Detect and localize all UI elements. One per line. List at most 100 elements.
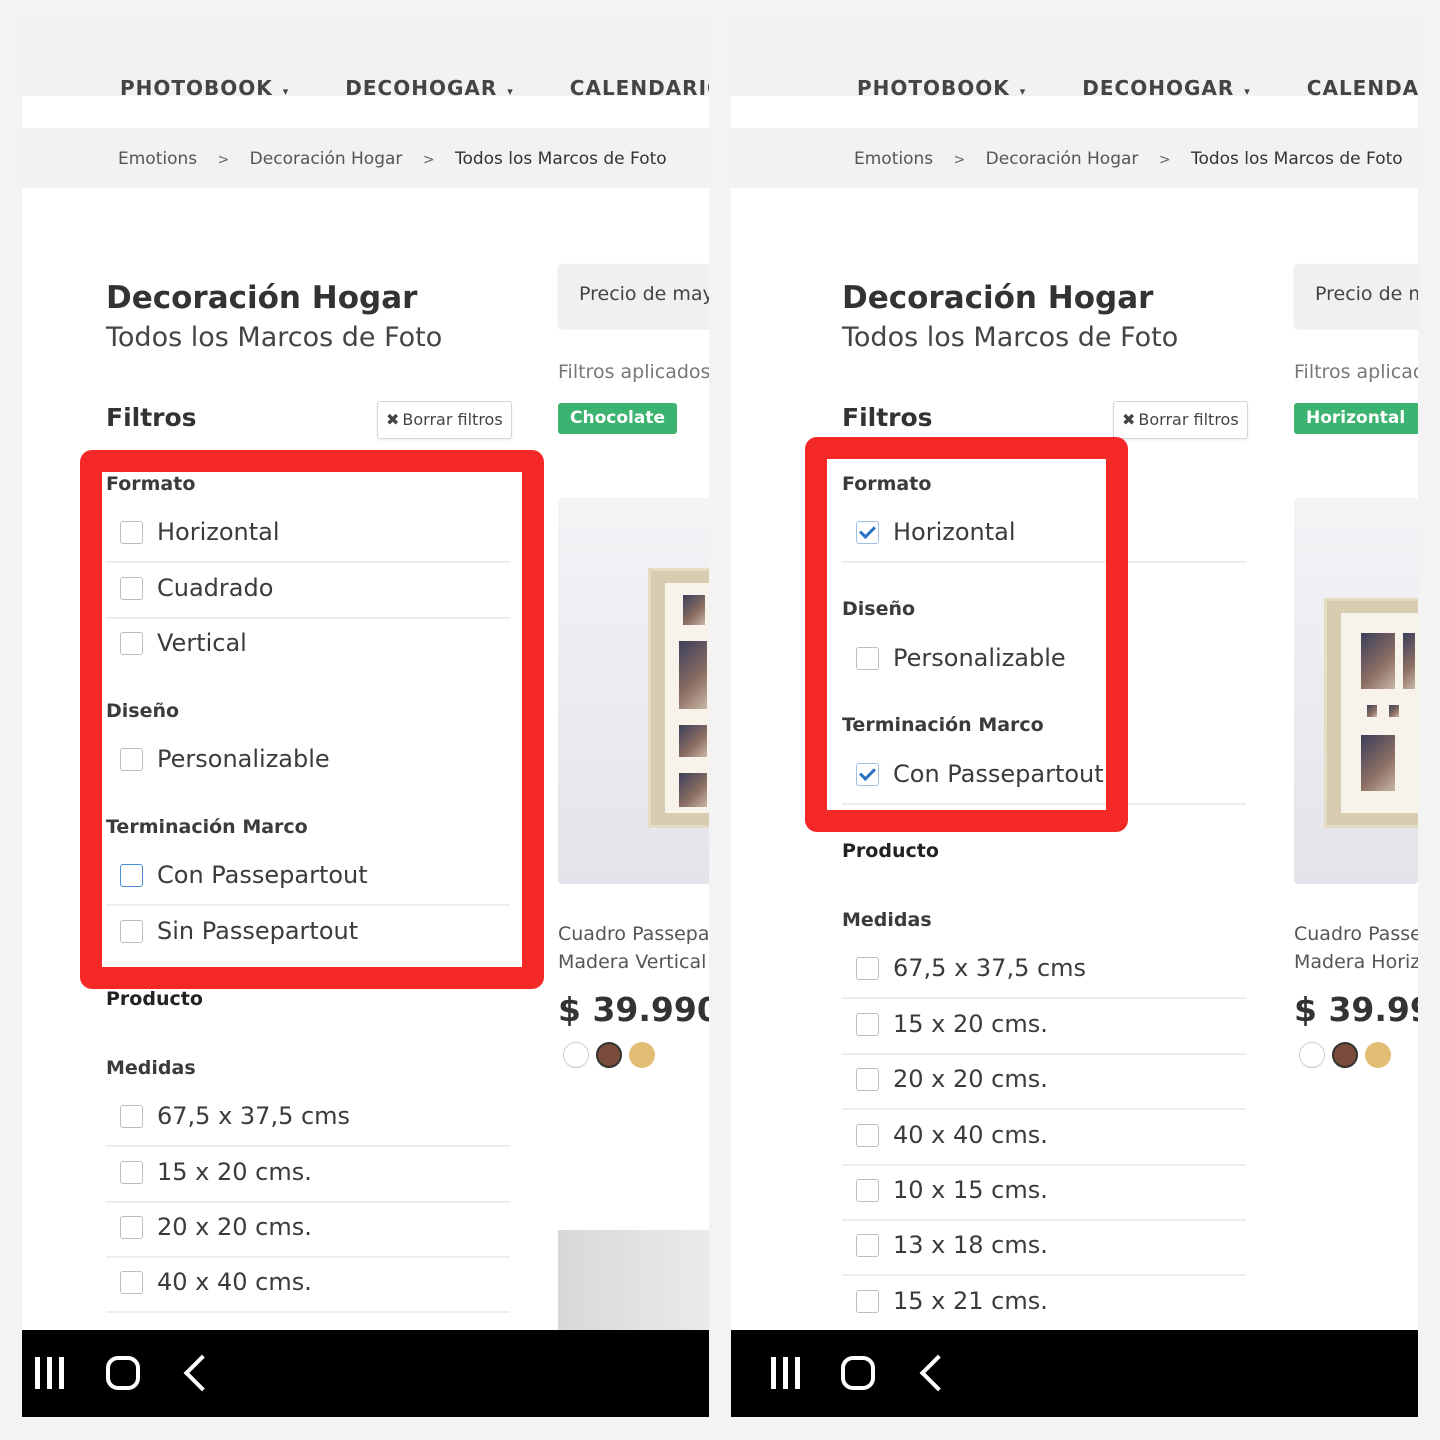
product-image[interactable] <box>1294 498 1418 884</box>
screenshot-after: PHOTOBOOK▾ DECOHOGAR▾ CALENDARIOS▾ Emoti… <box>731 22 1418 1417</box>
breadcrumb-separator-icon: > <box>1158 152 1171 168</box>
section-producto: Producto <box>842 840 939 862</box>
option-label: 15 x 21 cms. <box>893 1287 1048 1315</box>
nav-item-decohogar[interactable]: DECOHOGAR ▾ <box>345 76 514 96</box>
checkbox[interactable] <box>856 1290 879 1313</box>
applied-filter-chip[interactable]: Chocolate <box>558 403 677 434</box>
option-label: 40 x 40 cms. <box>893 1121 1048 1149</box>
home-icon[interactable] <box>841 1356 875 1390</box>
page-subtitle: Todos los Marcos de Foto <box>842 322 1179 353</box>
clear-filters-button[interactable]: ✖ Borrar filtros <box>377 401 512 439</box>
clear-filters-button[interactable]: ✖ Borrar filtros <box>1113 401 1248 439</box>
filter-option-medida[interactable]: 20 x 20 cms. <box>842 1054 1246 1110</box>
sort-select[interactable]: Precio de may <box>558 264 709 328</box>
breadcrumb-link-decoracion[interactable]: Decoración Hogar <box>986 149 1139 169</box>
option-label: 15 x 20 cms. <box>893 1010 1048 1038</box>
checkbox[interactable] <box>856 1179 879 1202</box>
filter-option-medida[interactable]: 15 x 20 cms. <box>842 999 1246 1055</box>
x-icon: ✖ <box>1122 410 1136 429</box>
checkbox[interactable] <box>120 1105 143 1128</box>
option-label: 20 x 20 cms. <box>893 1065 1048 1093</box>
breadcrumb-link-emotions[interactable]: Emotions <box>118 149 197 169</box>
home-icon[interactable] <box>106 1356 140 1390</box>
section-medidas: Medidas <box>842 909 932 931</box>
nav-item-photobook[interactable]: PHOTOBOOK ▾ <box>857 76 1026 96</box>
color-swatch-natural[interactable] <box>1365 1042 1391 1068</box>
checkbox[interactable] <box>120 1271 143 1294</box>
breadcrumb-separator-icon: > <box>953 152 966 168</box>
checkbox[interactable] <box>120 1161 143 1184</box>
nav-item-photobook[interactable]: PHOTOBOOK ▾ <box>120 76 289 96</box>
option-label: 40 x 40 cms. <box>157 1268 312 1296</box>
filter-option-medida[interactable]: 10 x 15 cms. <box>842 1165 1246 1221</box>
filter-option-medida[interactable]: 20 x 20 cms. <box>106 1202 510 1258</box>
nav-item-decohogar[interactable]: DECOHOGAR ▾ <box>1082 76 1251 96</box>
top-nav: PHOTOBOOK▾ DECOHOGAR▾ CALENDARIOS▾ FI <box>22 22 709 96</box>
color-swatch-white[interactable] <box>1299 1042 1325 1068</box>
x-icon: ✖ <box>386 410 400 429</box>
breadcrumb-current: Todos los Marcos de Foto <box>1190 149 1403 169</box>
product-price: $ 39.990 <box>1294 990 1418 1029</box>
checkbox[interactable] <box>856 1013 879 1036</box>
page-subtitle: Todos los Marcos de Foto <box>106 322 443 353</box>
filter-option-medida[interactable]: 13 x 18 cms. <box>842 1220 1246 1276</box>
sort-label: Precio de m <box>1315 283 1418 305</box>
filter-option-medida[interactable]: 67,5 x 37,5 cms <box>106 1091 510 1147</box>
breadcrumb: Emotions > Decoración Hogar > Todos los … <box>731 128 1418 188</box>
filter-option-medida[interactable]: 15 x 21 cms. <box>842 1276 1246 1330</box>
applied-filters-label: Filtros aplicad <box>1294 361 1418 383</box>
breadcrumb-current: Todos los Marcos de Foto <box>454 149 667 169</box>
android-nav-bar <box>22 1330 709 1417</box>
option-label: 15 x 20 cms. <box>157 1158 312 1186</box>
applied-filter-chip[interactable]: Horizontal <box>1294 403 1418 434</box>
sort-select[interactable]: Precio de m <box>1294 264 1418 328</box>
filters-heading: Filtros <box>106 403 197 432</box>
breadcrumb-separator-icon: > <box>217 152 230 168</box>
filter-option-medida[interactable]: 67,5 x 37,5 cms <box>842 943 1246 999</box>
breadcrumb-link-emotions[interactable]: Emotions <box>854 149 933 169</box>
back-icon[interactable] <box>183 1354 221 1392</box>
filters-heading: Filtros <box>842 403 933 432</box>
product-image[interactable] <box>558 498 709 884</box>
filter-option-medida[interactable]: 40 x 40 cms. <box>842 1110 1246 1166</box>
checkbox[interactable] <box>856 1234 879 1257</box>
screenshot-before: PHOTOBOOK▾ DECOHOGAR▾ CALENDARIOS▾ FI Em… <box>22 22 709 1417</box>
android-nav-bar <box>731 1330 1418 1417</box>
option-label: 13 x 18 cms. <box>893 1231 1048 1259</box>
nav-item-calendarios[interactable]: CALENDARIOS▾ <box>1307 76 1418 96</box>
product-name[interactable]: Cuadro Passepar Madera Vertical <box>558 920 709 976</box>
applied-filters-label: Filtros aplicados <box>558 361 709 383</box>
sort-label: Precio de may <box>579 283 709 305</box>
nav-item-calendarios[interactable]: CALENDARIOS▾ <box>570 76 709 96</box>
page-title: Decoración Hogar <box>106 280 418 316</box>
breadcrumb: Emotions > Decoración Hogar > Todos los … <box>22 128 709 188</box>
checkbox[interactable] <box>856 1068 879 1091</box>
option-label: 10 x 15 cms. <box>893 1176 1048 1204</box>
frame-image <box>1324 598 1418 828</box>
page-title: Decoración Hogar <box>842 280 1154 316</box>
color-swatch-natural[interactable] <box>629 1042 655 1068</box>
option-label: 67,5 x 37,5 cms <box>893 954 1087 982</box>
applied-filter-chip[interactable] <box>1412 403 1418 434</box>
top-nav: PHOTOBOOK▾ DECOHOGAR▾ CALENDARIOS▾ <box>731 22 1418 96</box>
section-producto: Producto <box>106 988 203 1010</box>
frame-image <box>648 568 709 828</box>
option-label: 67,5 x 37,5 cms <box>157 1102 351 1130</box>
color-swatch-chocolate[interactable] <box>1332 1042 1358 1068</box>
breadcrumb-separator-icon: > <box>422 152 435 168</box>
color-swatch-chocolate[interactable] <box>596 1042 622 1068</box>
highlight-box <box>805 437 1128 832</box>
breadcrumb-link-decoracion[interactable]: Decoración Hogar <box>250 149 403 169</box>
checkbox[interactable] <box>856 1124 879 1147</box>
recent-apps-icon[interactable] <box>35 1357 65 1389</box>
color-swatch-white[interactable] <box>563 1042 589 1068</box>
recent-apps-icon[interactable] <box>771 1357 801 1389</box>
back-icon[interactable] <box>919 1354 957 1392</box>
filter-option-medida[interactable]: 40 x 40 cms. <box>106 1257 510 1313</box>
checkbox[interactable] <box>856 957 879 980</box>
product-name[interactable]: Cuadro Passe Madera Horizo <box>1294 920 1418 976</box>
checkbox[interactable] <box>120 1216 143 1239</box>
option-label: 20 x 20 cms. <box>157 1213 312 1241</box>
filter-option-medida[interactable]: 15 x 20 cms. <box>106 1147 510 1203</box>
product-price: $ 39.990 <box>558 990 709 1029</box>
